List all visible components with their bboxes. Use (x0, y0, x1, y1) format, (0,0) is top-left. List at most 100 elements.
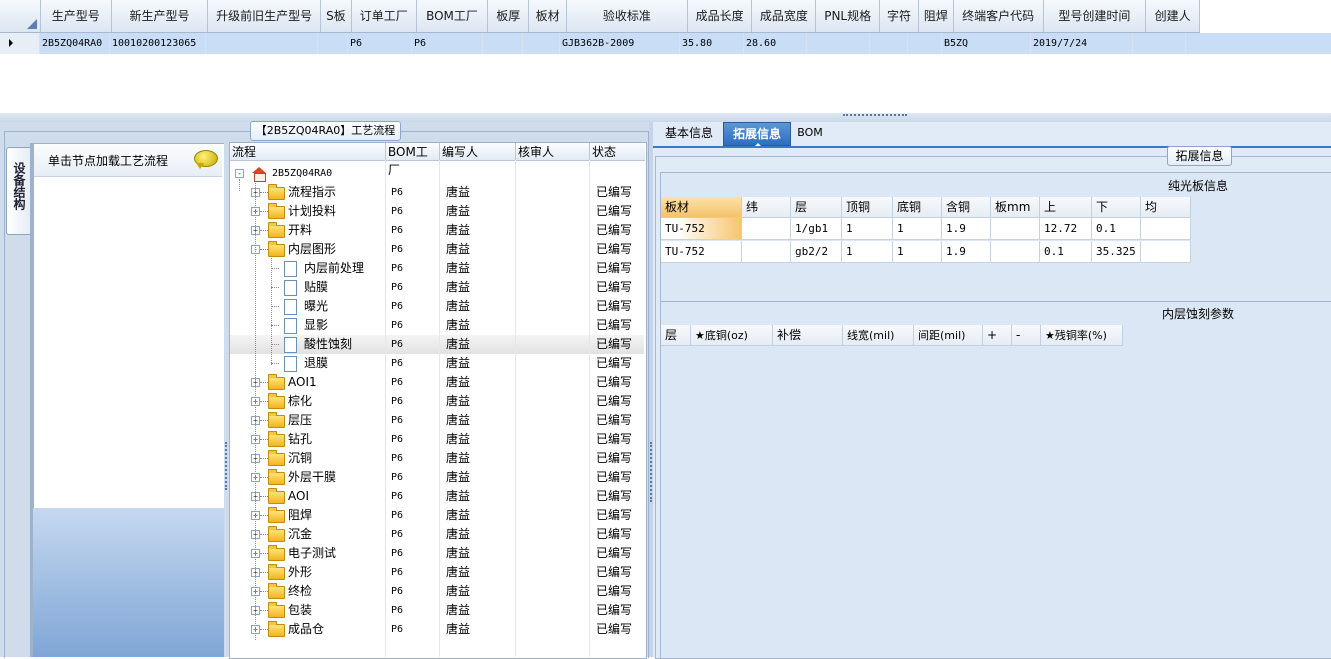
grid-cell[interactable] (1141, 241, 1191, 263)
tree-root[interactable]: - 2B5ZQ04RA0 (230, 164, 644, 183)
grid-cell[interactable]: B5ZQ (942, 33, 1031, 54)
tree-col-header[interactable]: 状态 (590, 143, 645, 161)
tree-node[interactable]: + 成品仓 P6 唐益 已编写 (230, 620, 644, 639)
col-header[interactable]: 均 (1141, 197, 1191, 218)
grid-cell[interactable] (523, 33, 560, 54)
tree-node[interactable]: + 沉金 P6 唐益 已编写 (230, 525, 644, 544)
grid-cell[interactable]: 1.9 (942, 241, 991, 263)
grid-cell[interactable]: 28.60 (744, 33, 807, 54)
tree-node[interactable]: + 流程指示 P6 唐益 已编写 (230, 183, 644, 202)
grid-cell[interactable]: 2019/7/24 (1031, 33, 1133, 54)
col-header[interactable]: 创建人 (1146, 0, 1200, 32)
grid-cell[interactable]: 0.1 (1040, 241, 1092, 263)
grid-cell[interactable]: 1 (893, 241, 942, 263)
col-header[interactable]: - (1012, 325, 1041, 346)
col-header[interactable]: BOM工厂 (417, 0, 489, 32)
grid-cell[interactable]: 1.9 (942, 218, 991, 240)
col-header[interactable]: ★底铜(oz) (691, 325, 773, 346)
tree-node[interactable]: + 开料 P6 唐益 已编写 (230, 221, 644, 240)
tree-col-header[interactable]: BOM工厂 (386, 143, 440, 177)
col-header[interactable]: 型号创建时间 (1044, 0, 1147, 32)
grid-cell[interactable]: TU-752 (661, 218, 742, 240)
horizontal-splitter[interactable] (0, 113, 1331, 122)
col-header[interactable]: 含铜 (942, 197, 991, 218)
grid-cell[interactable] (206, 33, 318, 54)
grid-cell[interactable] (483, 33, 523, 54)
grid-cell[interactable] (1133, 33, 1186, 54)
grid-cell[interactable]: 10010200123065 (110, 33, 206, 54)
grid-cell[interactable]: 35.325 (1092, 241, 1141, 263)
tree-node[interactable]: + 终检 P6 唐益 已编写 (230, 582, 644, 601)
col-header[interactable]: 层 (661, 325, 691, 346)
grid-cell[interactable] (742, 218, 791, 240)
grid-cell[interactable]: 2B5ZQ04RA0 (40, 33, 110, 54)
tree-node[interactable]: + 电子测试 P6 唐益 已编写 (230, 544, 644, 563)
tree-col-header[interactable]: 流程 (230, 143, 386, 161)
col-header[interactable]: S板 (321, 0, 352, 32)
grid-cell[interactable]: P6 (348, 33, 412, 54)
col-header[interactable]: 底铜 (893, 197, 942, 218)
col-header[interactable]: 纬 (742, 197, 791, 218)
tree-node[interactable]: + 计划投料 P6 唐益 已编写 (230, 202, 644, 221)
side-tab-equipment-structure[interactable]: 设备结构 (6, 147, 32, 235)
col-header[interactable]: 成品宽度 (752, 0, 817, 32)
tree-node[interactable]: + 层压 P6 唐益 已编写 (230, 411, 644, 430)
grid-cell[interactable] (991, 241, 1040, 263)
select-all-corner-icon[interactable] (26, 19, 37, 29)
grid-cell[interactable]: GJB362B-2009 (560, 33, 680, 54)
col-header[interactable]: 生产型号 (41, 0, 112, 32)
tree-node[interactable]: + AOI1 P6 唐益 已编写 (230, 373, 644, 392)
tree-node[interactable]: 曝光 P6 唐益 已编写 (230, 297, 644, 316)
tree-node[interactable]: + 阻焊 P6 唐益 已编写 (230, 506, 644, 525)
tree-node[interactable]: 退膜 P6 唐益 已编写 (230, 354, 644, 373)
tree-node[interactable]: 内层前处理 P6 唐益 已编写 (230, 259, 644, 278)
col-header[interactable]: 板材 (529, 0, 568, 32)
col-header[interactable]: 线宽(mil) (843, 325, 914, 346)
tree-node[interactable]: + AOI P6 唐益 已编写 (230, 487, 644, 506)
grid-cell[interactable]: 1 (842, 241, 893, 263)
col-header[interactable]: PNL规格 (816, 0, 881, 32)
grid-cell[interactable]: 1/gb1 (791, 218, 842, 240)
tree-node[interactable]: 贴膜 P6 唐益 已编写 (230, 278, 644, 297)
col-header[interactable]: + (983, 325, 1012, 346)
grid-cell[interactable] (991, 218, 1040, 240)
col-header[interactable]: 成品长度 (688, 0, 753, 32)
grid-cell[interactable] (1141, 218, 1191, 240)
col-header[interactable]: 间距(mil) (914, 325, 983, 346)
col-header[interactable]: 补偿 (773, 325, 843, 346)
col-header[interactable]: 阻焊 (919, 0, 954, 32)
grid-cell[interactable]: 1 (893, 218, 942, 240)
grid-cell[interactable]: 35.80 (680, 33, 744, 54)
tree-node[interactable]: + 钻孔 P6 唐益 已编写 (230, 430, 644, 449)
col-header[interactable]: 下 (1092, 197, 1141, 218)
row-indicator[interactable] (0, 33, 40, 54)
grid-cell[interactable]: 0.1 (1092, 218, 1141, 240)
col-header[interactable]: 订单工厂 (352, 0, 417, 32)
col-header[interactable]: ★残铜率(%) (1041, 325, 1123, 346)
grid-cell[interactable] (908, 33, 942, 54)
tree-col-header[interactable]: 核审人 (516, 143, 590, 161)
tree-col-header[interactable]: 编写人 (440, 143, 516, 161)
col-header[interactable]: 板厚 (488, 0, 530, 32)
col-header[interactable]: 板mm (991, 197, 1040, 218)
row-indicator-header[interactable] (0, 0, 41, 32)
col-header[interactable]: 板材 (661, 197, 742, 218)
tree-node[interactable]: + 棕化 P6 唐益 已编写 (230, 392, 644, 411)
tree-node[interactable]: + 外形 P6 唐益 已编写 (230, 563, 644, 582)
node-list[interactable] (33, 143, 225, 509)
col-header[interactable]: 升级前旧生产型号 (208, 0, 321, 32)
grid-cell[interactable]: gb2/2 (791, 241, 842, 263)
col-header[interactable]: 验收标准 (567, 0, 688, 32)
left-vertical-splitter[interactable] (224, 142, 228, 657)
collapse-toggle-icon[interactable]: - (235, 169, 244, 178)
splitter-grip-icon[interactable] (843, 114, 907, 121)
table-row[interactable]: TU-752 1/gb1 1 1 1.9 12.72 0.1 (661, 218, 1191, 240)
process-tree[interactable]: 流程 BOM工厂 编写人 核审人 状态 -2B5ZQ04RA0 + 流程指示 P6 唐益… (229, 142, 647, 659)
col-header[interactable]: 顶铜 (842, 197, 893, 218)
grid-cell[interactable]: P6 (412, 33, 483, 54)
grid-cell[interactable] (318, 33, 348, 54)
tree-node[interactable]: 酸性蚀刻 P6 唐益 已编写 (230, 335, 644, 354)
grid-cell[interactable] (870, 33, 908, 54)
table-row[interactable]: 2B5ZQ04RA0 10010200123065 P6 P6 GJB362B-… (0, 33, 1331, 54)
col-header[interactable]: 新生产型号 (112, 0, 209, 32)
